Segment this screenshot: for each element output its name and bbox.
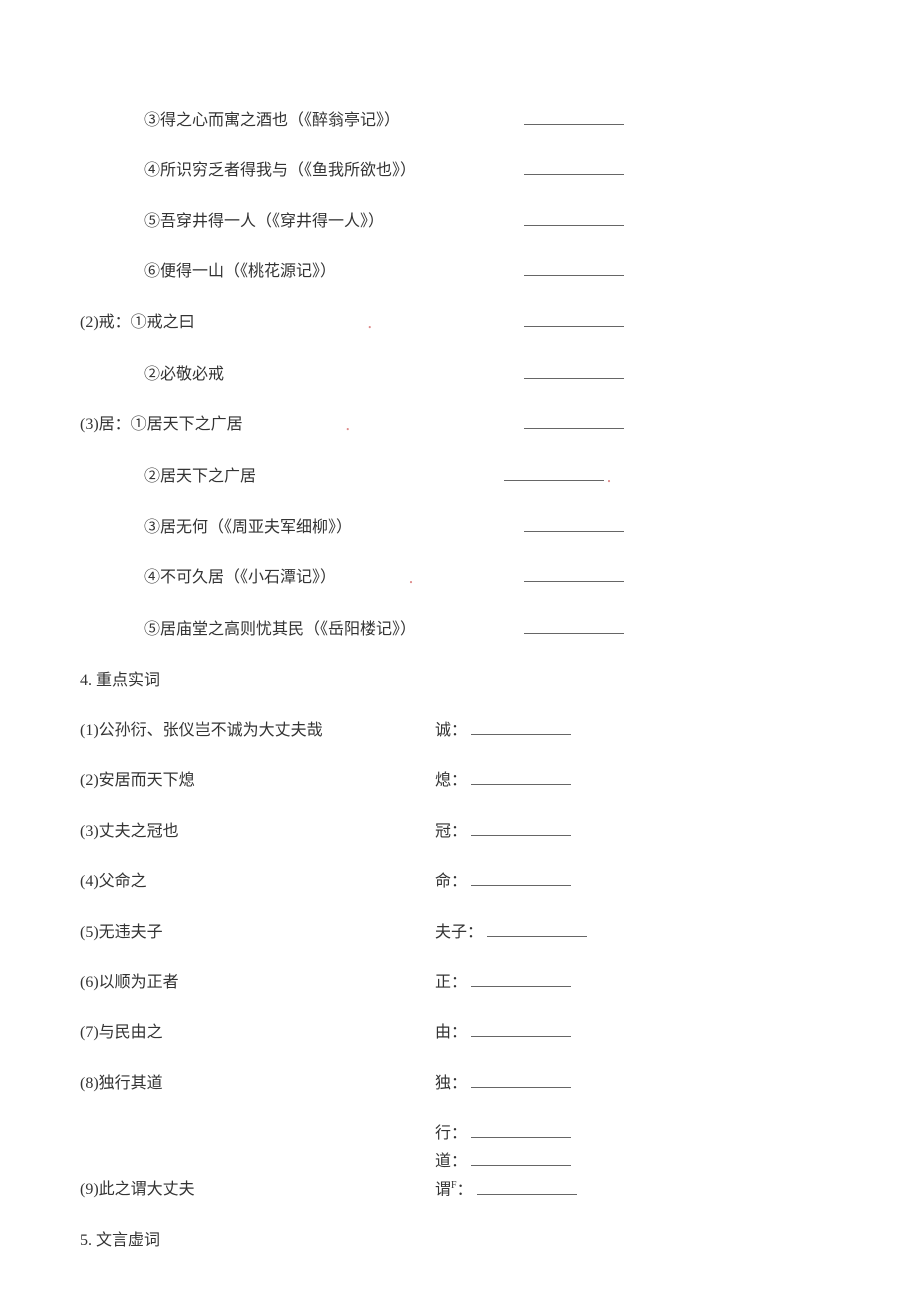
mark-dot: ・ bbox=[343, 425, 353, 436]
blank-line[interactable] bbox=[471, 1023, 571, 1037]
sentence: (9)此之谓大丈夫 bbox=[80, 1179, 195, 1201]
blank-line[interactable] bbox=[471, 1074, 571, 1088]
item-line: ④所识穷乏者得我与（《鱼我所欲也》） bbox=[80, 160, 840, 182]
blank-line[interactable] bbox=[524, 212, 624, 226]
definition-label: 由： bbox=[435, 1022, 571, 1044]
item-text: ⑥便得一山（《桃花源记》） bbox=[144, 261, 336, 283]
definition-label: 正： bbox=[435, 972, 571, 994]
blank-slot bbox=[520, 312, 624, 334]
item-text: ③居无何（《周亚夫军细柳》） bbox=[144, 517, 352, 539]
blank-line[interactable] bbox=[524, 161, 624, 175]
section-title: 5. 文言虚词 bbox=[80, 1230, 840, 1252]
sentence: (1)公孙衍、张仪岂不诚为大丈夫哉 bbox=[80, 720, 323, 742]
sentence: (5)无违夫子 bbox=[80, 922, 163, 944]
vocab-line: (8)独行其道 独： bbox=[80, 1073, 840, 1095]
vocab-line: (4)父命之 命： bbox=[80, 871, 840, 893]
group-header-line: (2)戒：①戒之曰・ bbox=[80, 312, 840, 336]
sentence: (4)父命之 bbox=[80, 871, 147, 893]
item-text: ⑤居庙堂之高则忧其民（《岳阳楼记》） bbox=[144, 619, 416, 641]
definition-label: 冠： bbox=[435, 821, 571, 843]
blank-slot: ・ bbox=[500, 466, 614, 490]
item-line: ⑤居庙堂之高则忧其民（《岳阳楼记》） bbox=[80, 619, 840, 641]
mark-dot: ・ bbox=[604, 478, 614, 489]
blank-line[interactable] bbox=[471, 1124, 571, 1138]
blank-slot bbox=[520, 261, 624, 283]
blank-slot bbox=[520, 567, 624, 589]
item-line: ③得之心而寓之酒也（《醉翁亭记》） bbox=[80, 110, 840, 132]
item-text: ④所识穷乏者得我与（《鱼我所欲也》） bbox=[144, 160, 416, 182]
item-line: ③居无何（《周亚夫军细柳》） bbox=[80, 517, 840, 539]
definition-label: 熄： bbox=[435, 770, 571, 792]
sentence: (3)丈夫之冠也 bbox=[80, 821, 179, 843]
blank-line[interactable] bbox=[524, 415, 624, 429]
blank-line[interactable] bbox=[524, 262, 624, 276]
item-line: ⑥便得一山（《桃花源记》） bbox=[80, 261, 840, 283]
sentence: (7)与民由之 bbox=[80, 1022, 163, 1044]
blank-line[interactable] bbox=[524, 111, 624, 125]
item-text: ⑤吾穿井得一人（《穿井得一人》） bbox=[144, 211, 384, 233]
item-text: ③得之心而寓之酒也（《醉翁亭记》） bbox=[144, 110, 400, 132]
sentence: (2)安居而天下熄 bbox=[80, 770, 195, 792]
sentence: (6)以顺为正者 bbox=[80, 972, 179, 994]
blank-line[interactable] bbox=[524, 313, 624, 327]
blank-slot bbox=[520, 110, 624, 132]
blank-line[interactable] bbox=[524, 365, 624, 379]
definition-label: 夫子： bbox=[435, 922, 587, 944]
item-line: ⑤吾穿井得一人（《穿井得一人》） bbox=[80, 211, 840, 233]
item-text: ②居天下之广居 bbox=[144, 466, 256, 488]
definition-label: 道： bbox=[435, 1151, 571, 1173]
blank-line[interactable] bbox=[487, 923, 587, 937]
blank-slot bbox=[520, 364, 624, 386]
blank-line[interactable] bbox=[524, 518, 624, 532]
blank-slot bbox=[520, 517, 624, 539]
definition-label: 谓F： bbox=[435, 1179, 577, 1202]
blank-line[interactable] bbox=[471, 822, 571, 836]
blank-line[interactable] bbox=[471, 973, 571, 987]
group-header-line: (3)居：①居天下之广居・ bbox=[80, 414, 840, 438]
blank-slot bbox=[520, 211, 624, 233]
vocab-line: (1)公孙衍、张仪岂不诚为大丈夫哉 诚： bbox=[80, 720, 840, 742]
blank-slot bbox=[520, 414, 624, 436]
vocab-line: (3)丈夫之冠也 冠： bbox=[80, 821, 840, 843]
item-line: ④不可久居（《小石潭记》）・ bbox=[80, 567, 840, 591]
item-text: ②必敬必戒 bbox=[144, 364, 224, 386]
vocab-line: (7)与民由之 由： bbox=[80, 1022, 840, 1044]
blank-slot bbox=[520, 160, 624, 182]
group-label: (3)居：①居天下之广居・ bbox=[80, 414, 353, 438]
item-text: ④不可久居（《小石潭记》）・ bbox=[144, 567, 416, 591]
blank-line[interactable] bbox=[477, 1181, 577, 1195]
blank-line[interactable] bbox=[471, 771, 571, 785]
group-label: (2)戒：①戒之曰・ bbox=[80, 312, 375, 336]
blank-line[interactable] bbox=[524, 620, 624, 634]
blank-slot bbox=[520, 619, 624, 641]
mark-dot: ・ bbox=[365, 323, 375, 334]
blank-line[interactable] bbox=[504, 467, 604, 481]
definition-label: 独： bbox=[435, 1073, 571, 1095]
vocab-line: (5)无违夫子 夫子： bbox=[80, 922, 840, 944]
vocab-line: (9)此之谓大丈夫 谓F： bbox=[80, 1179, 840, 1201]
vocab-line: (2)安居而天下熄 熄： bbox=[80, 770, 840, 792]
definition-label: 诚： bbox=[435, 720, 571, 742]
section-title: 4. 重点实词 bbox=[80, 670, 840, 692]
blank-line[interactable] bbox=[471, 721, 571, 735]
mark-dot: ・ bbox=[406, 578, 416, 589]
vocab-line: (6)以顺为正者 正： bbox=[80, 972, 840, 994]
blank-line[interactable] bbox=[471, 1152, 571, 1166]
item-line: ②必敬必戒 bbox=[80, 364, 840, 386]
definition-label: 行： bbox=[435, 1123, 571, 1145]
blank-line[interactable] bbox=[524, 568, 624, 582]
item-line: ②居天下之广居 ・ bbox=[80, 466, 840, 488]
definition-label: 命： bbox=[435, 871, 571, 893]
blank-line[interactable] bbox=[471, 872, 571, 886]
sentence: (8)独行其道 bbox=[80, 1073, 163, 1095]
